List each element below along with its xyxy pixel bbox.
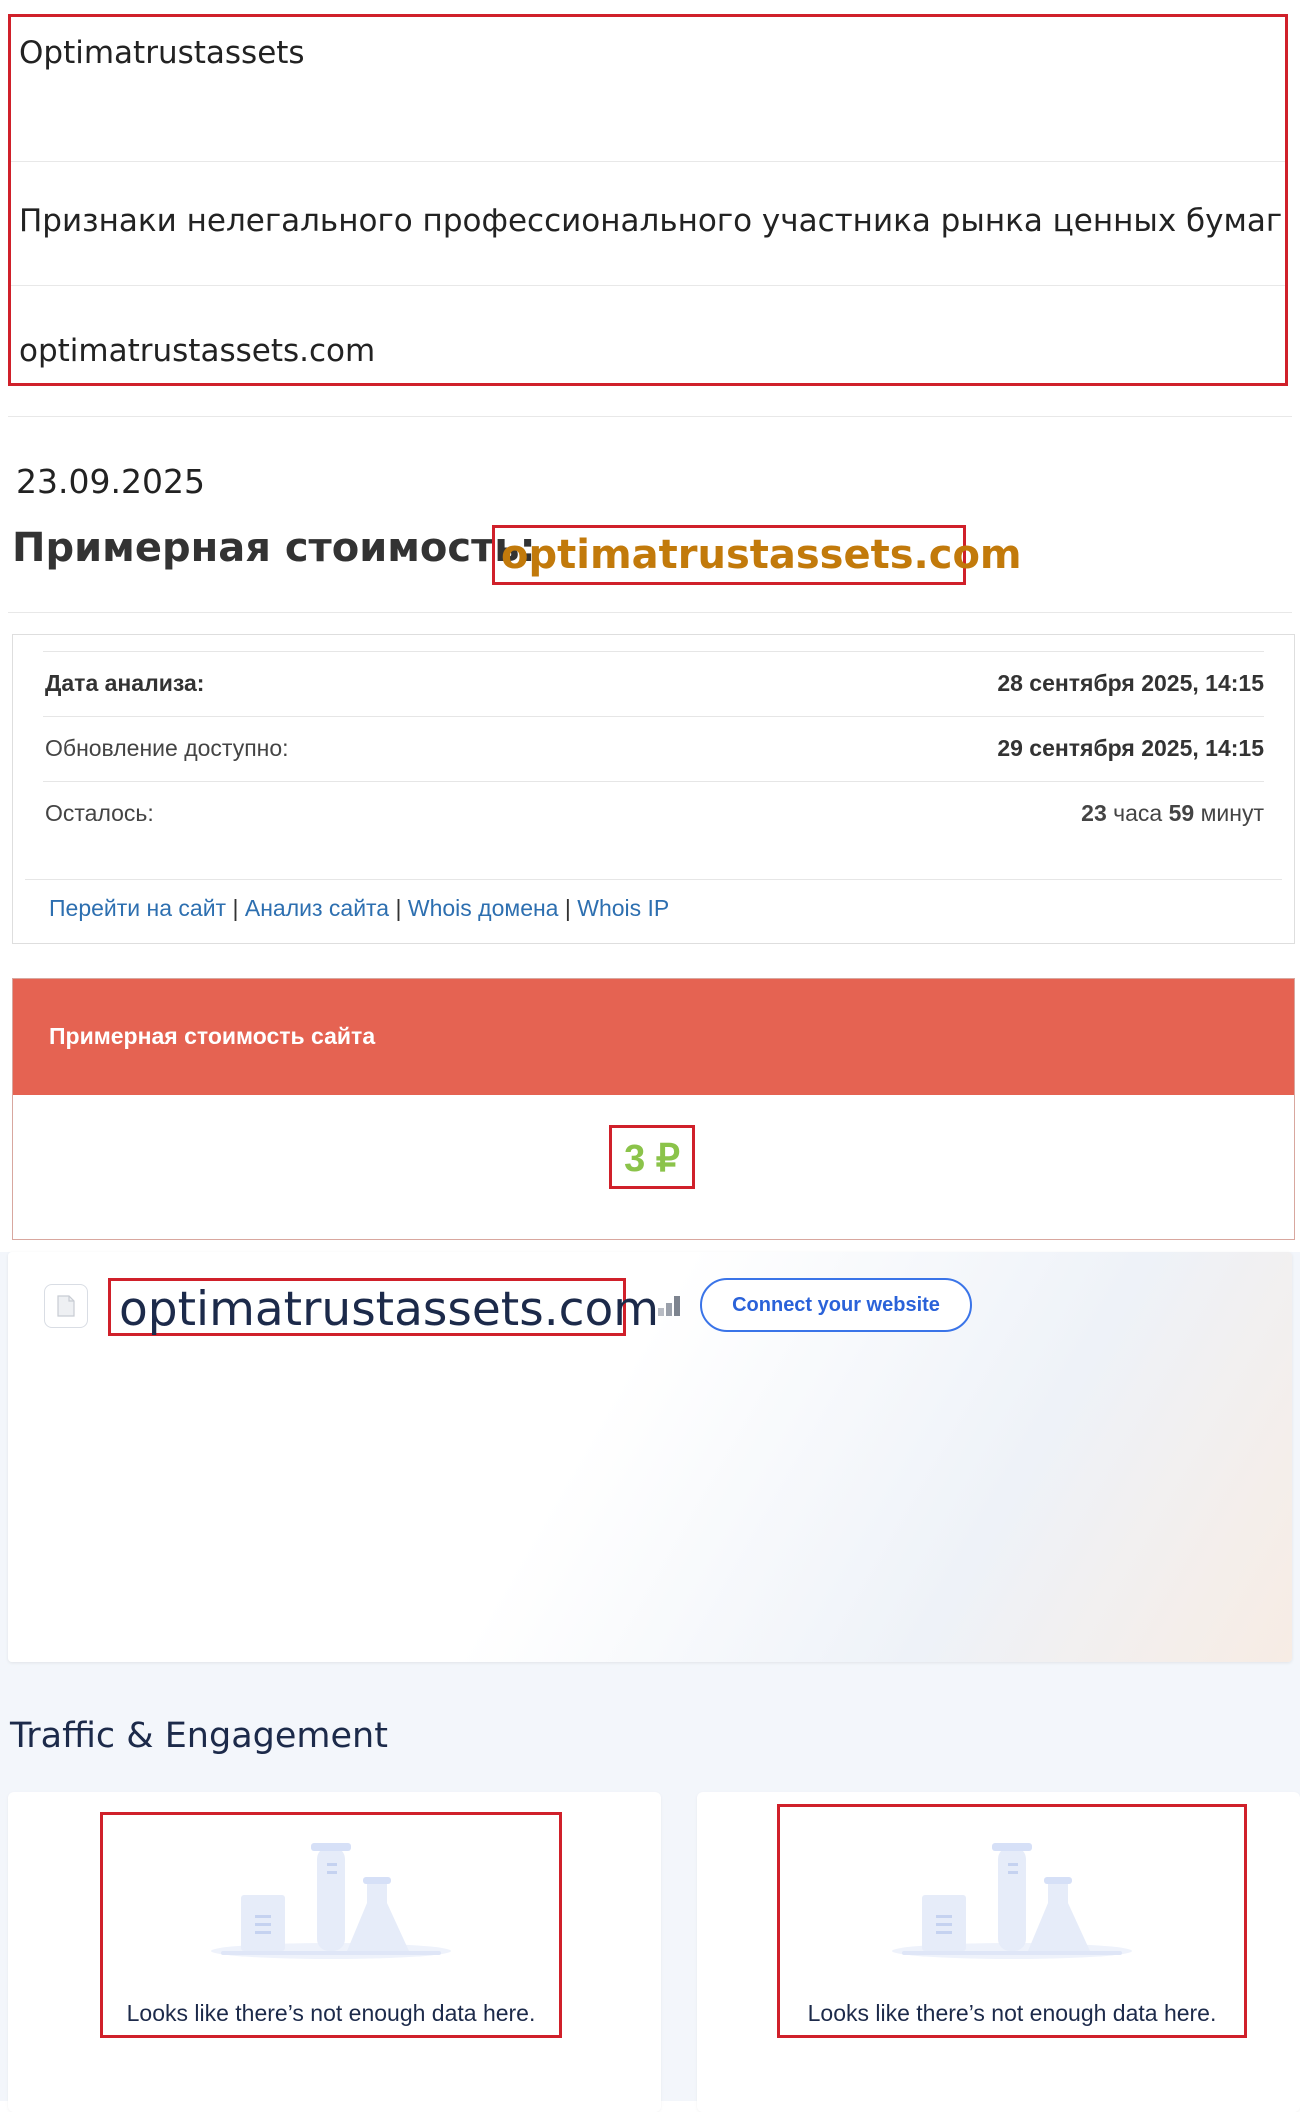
analysis-date-value: 28 сентября 2025, 14:15 xyxy=(997,670,1264,696)
link-whois-domain[interactable]: Whois домена xyxy=(408,895,559,921)
document-icon xyxy=(57,1295,75,1317)
link-separator: | xyxy=(395,895,402,921)
site-domain-highlight: optimatrustassets.com xyxy=(108,1278,659,1337)
empty-state-left: Looks like there’s not enough data here. xyxy=(100,1812,562,2038)
remaining-minutes: 59 xyxy=(1168,800,1195,826)
remaining-hours: 23 xyxy=(1081,800,1107,826)
entity-reason: Признаки нелегального профессионального … xyxy=(19,203,1283,239)
top-info-box: Optimatrustassets Признаки нелегального … xyxy=(8,14,1288,386)
update-value: 29 сентября 2025, 14:15 xyxy=(997,735,1264,761)
link-separator: | xyxy=(232,895,239,921)
link-site-analysis[interactable]: Анализ сайта xyxy=(245,895,389,921)
remaining-minutes-word: минут xyxy=(1200,800,1264,826)
remaining-label: Осталось: xyxy=(45,800,154,826)
section-divider xyxy=(8,612,1292,613)
rank-bars-icon xyxy=(658,1296,680,1316)
favicon xyxy=(44,1284,88,1328)
analysis-row-update: Обновление доступно: 29 сентября 2025, 1… xyxy=(43,716,1264,781)
connect-website-button[interactable]: Connect your website xyxy=(700,1278,972,1332)
divider xyxy=(11,285,1285,286)
empty-data-illustration-icon xyxy=(211,1843,451,1959)
remaining-value: 23 часа 59 минут xyxy=(1081,800,1264,827)
analysis-row-date: Дата анализа: 28 сентября 2025, 14:15 xyxy=(43,651,1264,716)
link-whois-ip[interactable]: Whois IP xyxy=(577,895,669,921)
entity-name: Optimatrustassets xyxy=(19,35,305,71)
traffic-title: Traffic & Engagement xyxy=(10,1716,388,1756)
title-domain-highlight: optimatrustassets.com xyxy=(492,525,1022,585)
empty-state-text: Looks like there’s not enough data here. xyxy=(126,2000,536,2026)
page-title: Примерная стоимость: xyxy=(12,525,536,571)
site-domain: optimatrustassets.com xyxy=(119,1282,660,1337)
price-card-title: Примерная стоимость сайта xyxy=(49,1023,376,1049)
empty-state-text: Looks like there’s not enough data here. xyxy=(807,2000,1217,2026)
divider xyxy=(11,161,1285,162)
links-row: Перейти на сайт | Анализ сайта | Whois д… xyxy=(49,895,669,922)
link-go-to-site[interactable]: Перейти на сайт xyxy=(49,895,226,921)
section-divider xyxy=(8,416,1292,417)
report-date: 23.09.2025 xyxy=(16,462,205,501)
price-card: Примерная стоимость сайта 3 ₽ xyxy=(12,978,1295,1240)
update-label: Обновление доступно: xyxy=(45,735,289,761)
price-card-header: Примерная стоимость сайта xyxy=(13,979,1294,1095)
analysis-card: Дата анализа: 28 сентября 2025, 14:15 Об… xyxy=(12,634,1295,944)
remaining-hours-word: часа xyxy=(1113,800,1163,826)
analysis-row-remaining: Осталось: 23 часа 59 минут xyxy=(43,781,1264,846)
empty-data-illustration-icon xyxy=(892,1843,1132,1959)
traffic-card-left: Looks like there’s not enough data here. xyxy=(8,1792,661,2112)
divider xyxy=(25,879,1282,880)
empty-state-right: Looks like there’s not enough data here. xyxy=(777,1804,1247,2038)
price-highlight: 3 ₽ xyxy=(609,1125,695,1189)
site-header-card: optimatrustassets.com Connect your websi… xyxy=(8,1252,1292,1662)
link-separator: | xyxy=(564,895,571,921)
entity-domain: optimatrustassets.com xyxy=(19,333,376,369)
traffic-section: optimatrustassets.com Connect your websi… xyxy=(0,1252,1300,2112)
analysis-date-label: Дата анализа: xyxy=(45,670,205,696)
title-domain: optimatrustassets.com xyxy=(501,532,1022,578)
price-value: 3 ₽ xyxy=(624,1138,680,1180)
traffic-card-right: Looks like there’s not enough data here. xyxy=(697,1792,1300,2112)
